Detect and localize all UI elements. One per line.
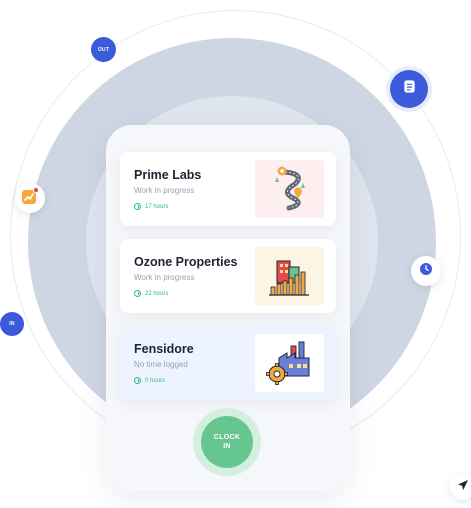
clock-in-line1: CLOCK <box>213 434 241 441</box>
out-badge-label: OUT <box>97 46 110 53</box>
clock-in-label: CLOCK IN <box>214 433 240 451</box>
document-icon <box>402 79 417 99</box>
buildings-chart-icon <box>255 247 324 305</box>
in-badge-label: IN <box>9 321 15 327</box>
time-clock-icon <box>134 377 141 384</box>
document-badge[interactable] <box>390 70 428 108</box>
clock-badge[interactable] <box>411 256 441 286</box>
project-thumbnail <box>255 334 324 392</box>
project-time-value: 0 hours <box>145 377 166 384</box>
in-badge[interactable]: IN <box>0 312 24 336</box>
project-card-fensidore[interactable]: Fensidore No time logged 0 hours <box>120 326 336 400</box>
project-card-ozone-properties[interactable]: Ozone Properties Work in progress 22 hou… <box>120 239 336 313</box>
clock-in-line2: IN <box>223 443 231 450</box>
clock-in-button[interactable]: CLOCK IN <box>201 416 253 468</box>
send-icon <box>457 478 469 496</box>
project-thumbnail <box>255 160 324 218</box>
time-clock-icon <box>134 290 141 297</box>
project-thumbnail <box>255 247 324 305</box>
project-status: No time logged <box>134 360 188 369</box>
project-status: Work in progress <box>134 186 195 195</box>
clock-icon <box>419 262 433 281</box>
out-badge[interactable]: OUT <box>91 37 116 62</box>
project-time: 0 hours <box>134 377 165 384</box>
project-status: Work in progress <box>134 273 195 282</box>
factory-gear-icon <box>255 334 324 392</box>
project-name: Ozone Properties <box>134 255 238 269</box>
project-time: 17 hours <box>134 203 168 210</box>
project-name: Fensidore <box>134 342 194 356</box>
trend-chart-icon <box>21 186 40 210</box>
project-name: Prime Labs <box>134 168 202 182</box>
trend-badge[interactable] <box>15 183 45 213</box>
project-time-value: 22 hours <box>145 290 169 297</box>
roadmap-icon <box>255 160 324 218</box>
time-clock-icon <box>134 203 141 210</box>
project-card-prime-labs[interactable]: Prime Labs Work in progress 17 hours <box>120 152 336 226</box>
project-time-value: 17 hours <box>145 203 169 210</box>
project-time: 22 hours <box>134 290 168 297</box>
send-badge[interactable] <box>450 474 471 500</box>
